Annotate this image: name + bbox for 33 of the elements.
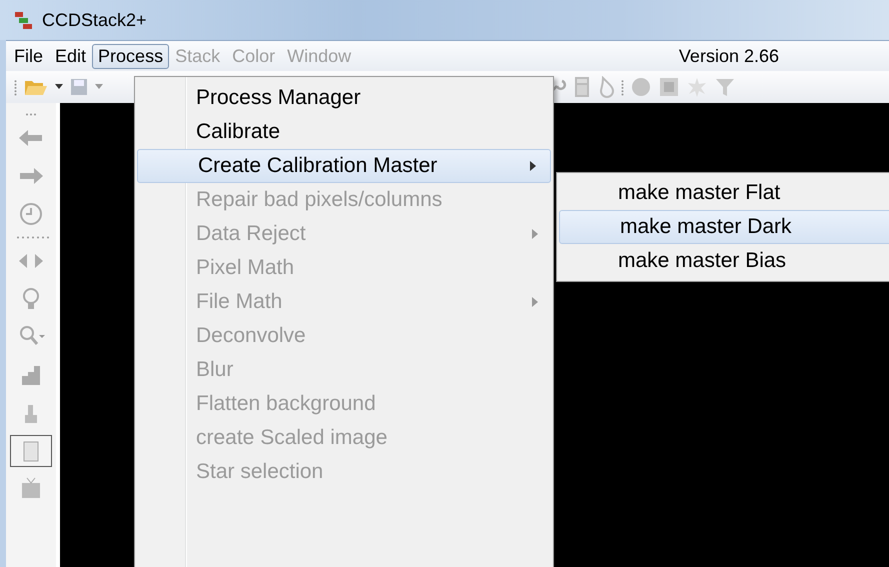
tv-icon <box>22 478 40 498</box>
right-arrow-icon <box>20 168 43 184</box>
circle-icon[interactable] <box>630 76 652 98</box>
save-icon[interactable] <box>69 77 89 97</box>
grip-icon <box>23 113 39 116</box>
grip-icon <box>621 78 624 96</box>
magnifier-icon <box>20 326 45 345</box>
left-arrow-icon <box>19 130 42 146</box>
menu-item[interactable]: Process <box>92 44 170 68</box>
version-label: Version 2.66 <box>678 46 779 66</box>
star-icon[interactable] <box>686 76 708 98</box>
menu-item[interactable]: make master Flat <box>557 176 889 210</box>
menu-item[interactable]: Process Manager <box>135 81 553 115</box>
funnel-icon[interactable] <box>714 76 736 98</box>
tool-button[interactable] <box>10 435 52 467</box>
page-icon <box>24 442 38 462</box>
menu-item[interactable]: Edit <box>49 44 92 68</box>
bar-chart-icon <box>22 366 40 385</box>
calculator-icon[interactable] <box>573 76 591 98</box>
bulb-icon <box>23 288 39 309</box>
split-arrows-icon <box>19 254 43 268</box>
app-icon <box>14 10 34 30</box>
menu-item[interactable]: Calibrate <box>135 115 553 149</box>
menu-item[interactable]: make master Bias <box>557 244 889 278</box>
grip-icon <box>14 78 17 96</box>
menu-item[interactable]: Create Calibration Master <box>137 149 551 183</box>
square-icon[interactable] <box>658 76 680 98</box>
menu-item[interactable]: File <box>8 44 50 68</box>
clock-icon <box>20 203 42 225</box>
menu-item[interactable]: make master Dark <box>559 210 889 244</box>
caret-icon[interactable] <box>55 84 63 90</box>
drop-icon[interactable] <box>597 76 615 98</box>
window-title: CCDStack2+ <box>42 10 147 30</box>
